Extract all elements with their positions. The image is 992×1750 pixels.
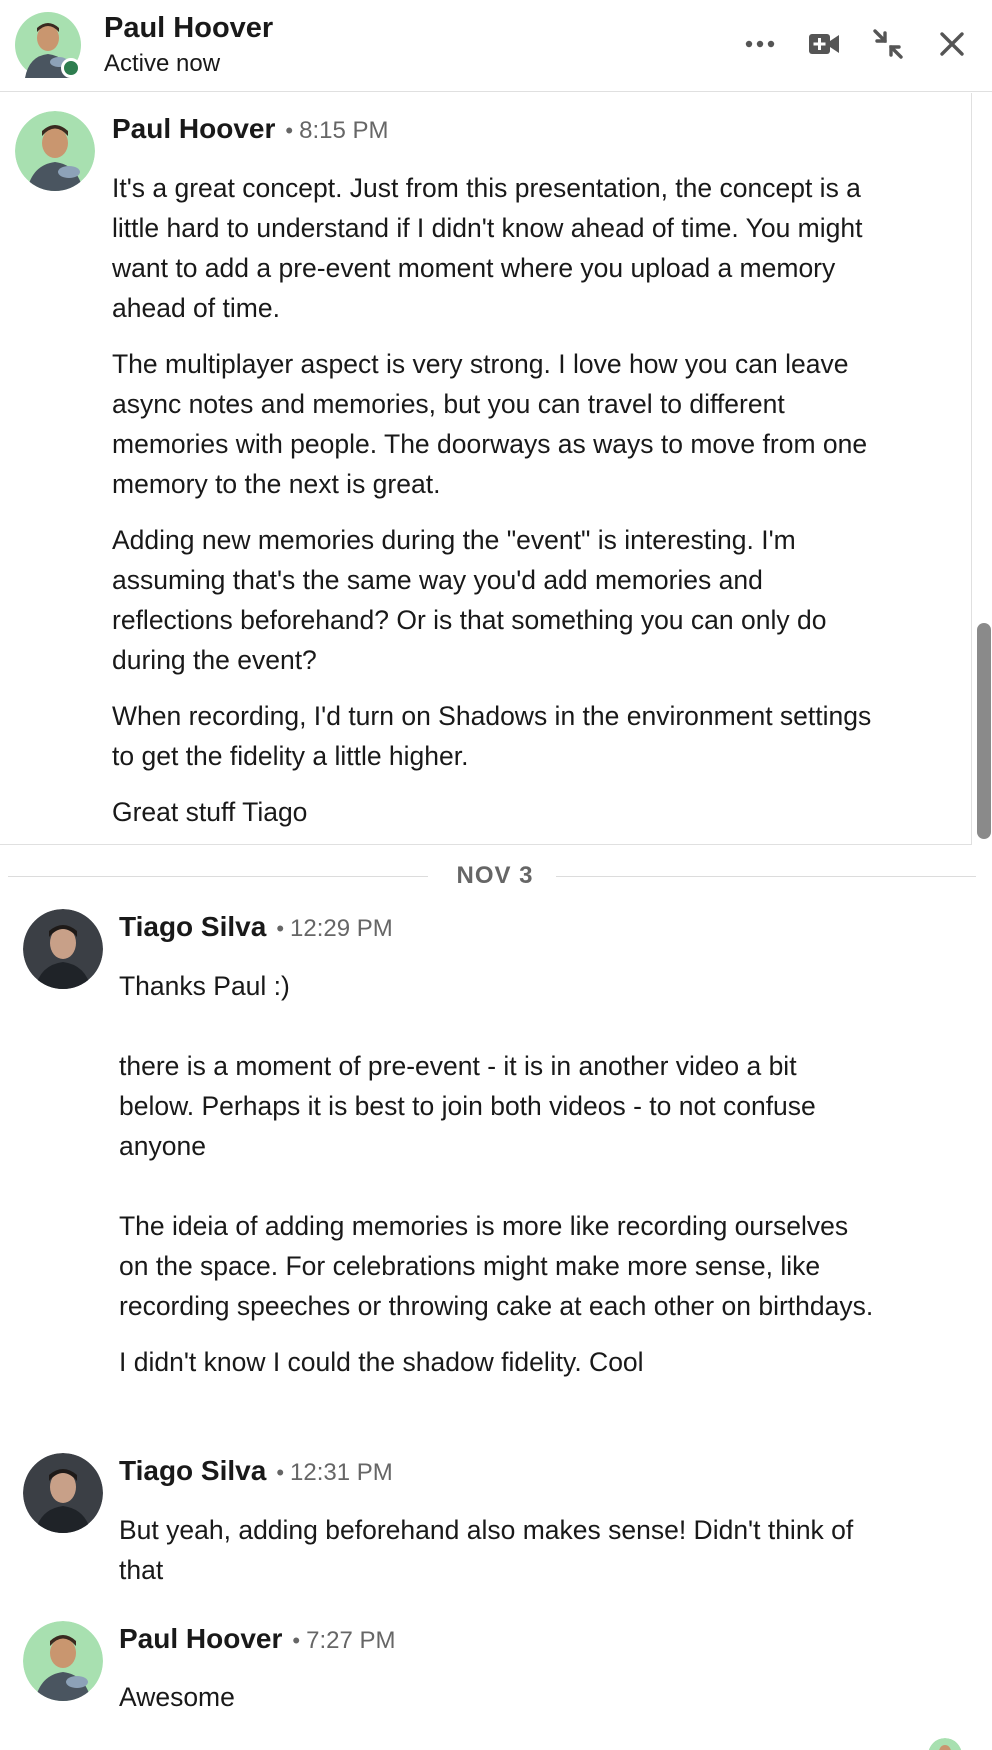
message-time: 7:27 PM <box>306 1627 396 1654</box>
message-paragraph: Great stuff Tiago <box>112 797 308 827</box>
message-paragraph: It's a great concept. Just from this pre… <box>112 173 863 323</box>
message-paragraph: Thanks Paul :) <box>119 971 290 1001</box>
message-paragraph: Adding new memories during the "event" i… <box>112 525 827 675</box>
message-meta: Tiago Silva • 12:29 PM <box>119 911 393 943</box>
header-name[interactable]: Paul Hoover <box>104 12 273 45</box>
header-status: Active now <box>104 50 221 77</box>
more-options-icon[interactable] <box>738 22 782 66</box>
separator-dot: • <box>276 1460 285 1485</box>
video-call-icon[interactable] <box>802 22 846 66</box>
message-body: It's a great concept. Just from this pre… <box>112 168 872 848</box>
separator-dot: • <box>276 916 285 941</box>
message-meta: Tiago Silva • 12:31 PM <box>119 1455 393 1487</box>
separator-dot: • <box>292 1628 301 1653</box>
sender-name[interactable]: Tiago Silva <box>119 1455 266 1486</box>
message-meta: Paul Hoover • 7:27 PM <box>119 1623 395 1655</box>
message-paragraph: Awesome <box>119 1682 235 1712</box>
message-paragraph: When recording, I'd turn on Shadows in t… <box>112 701 872 771</box>
sender-name[interactable]: Paul Hoover <box>119 1623 282 1654</box>
date-label: NOV 3 <box>456 862 534 889</box>
conversation-header: Paul Hoover Active now <box>0 0 992 92</box>
message-time: 12:31 PM <box>290 1459 393 1486</box>
message-paragraph: The multiplayer aspect is very strong. I… <box>112 349 868 499</box>
sender-name[interactable]: Tiago Silva <box>119 911 266 942</box>
separator-dot: • <box>285 118 294 143</box>
message-paragraph: there is a moment of pre-event - it is i… <box>119 1051 816 1161</box>
message-paragraph: The ideia of adding memories is more lik… <box>119 1211 874 1321</box>
avatar[interactable] <box>23 909 103 989</box>
date-separator: NOV 3 <box>8 848 978 904</box>
online-status-indicator <box>61 58 81 78</box>
message-body: But yeah, adding beforehand also makes s… <box>119 1510 859 1606</box>
message-time: 12:29 PM <box>290 915 393 942</box>
message-body: Thanks Paul :) there is a moment of pre-… <box>119 966 879 1398</box>
avatar[interactable] <box>23 1453 103 1533</box>
read-receipt-avatar <box>928 1738 962 1750</box>
sender-name[interactable]: Paul Hoover <box>112 113 275 144</box>
message-time: 8:15 PM <box>299 117 389 144</box>
message-meta: Paul Hoover • 8:15 PM <box>112 113 388 145</box>
avatar[interactable] <box>23 1621 103 1701</box>
scrollbar-thumb[interactable] <box>977 623 991 839</box>
separator-line <box>556 876 976 877</box>
separator-line <box>8 876 428 877</box>
message-paragraph: But yeah, adding beforehand also makes s… <box>119 1515 854 1585</box>
minimize-icon[interactable] <box>866 22 910 66</box>
avatar[interactable] <box>15 111 95 191</box>
message-paragraph: I didn't know I could the shadow fidelit… <box>119 1347 644 1377</box>
message-body: Awesome <box>119 1677 879 1733</box>
close-icon[interactable] <box>930 22 974 66</box>
